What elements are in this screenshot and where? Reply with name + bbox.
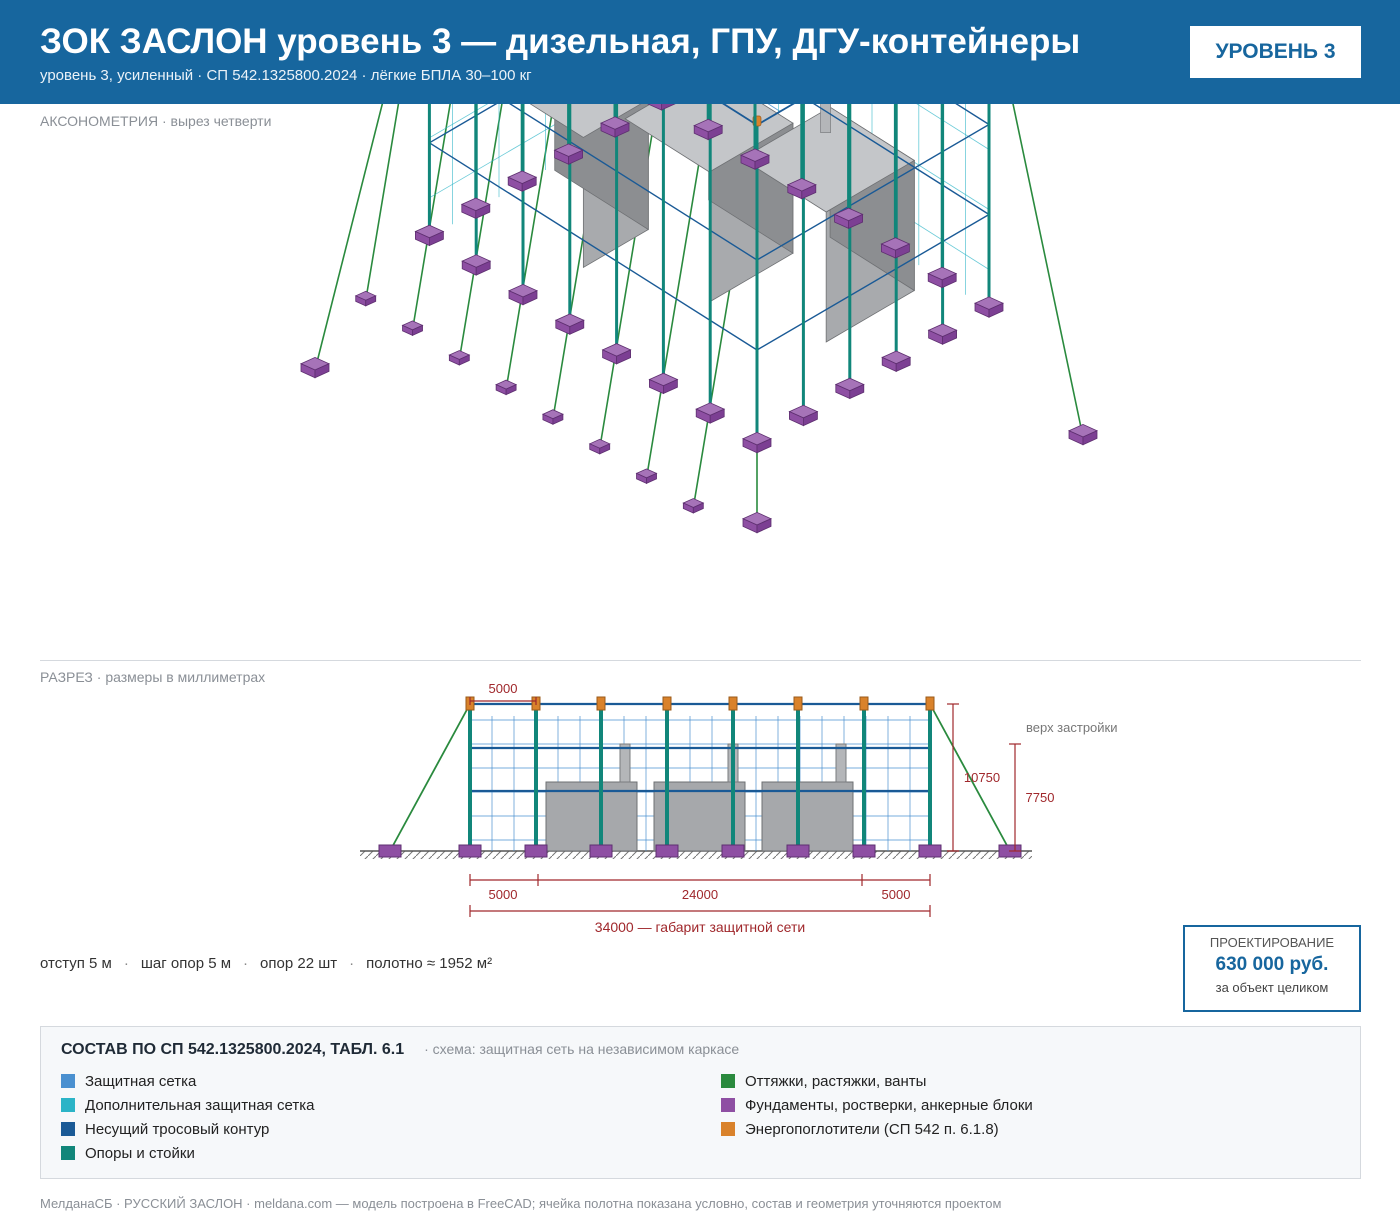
section-foundation (524, 844, 548, 858)
page-subtitle: уровень 3, усиленный · СП 542.1325800.20… (40, 67, 532, 84)
legend-label: Опоры и стойки (85, 1144, 195, 1162)
section-energy-absorber (793, 696, 803, 711)
legend-item-foundations: Фундаменты, ростверки, анкерные блоки (721, 1093, 1033, 1117)
legend-column-right: Оттяжки, растяжки, ванты Фундаменты, рос… (721, 1069, 1033, 1141)
legend-swatch (61, 1098, 75, 1112)
legend-label: Оттяжки, растяжки, ванты (745, 1072, 927, 1090)
legend-scheme: · схема: защитная сеть на независимом ка… (424, 1041, 740, 1057)
dim-total-34000: 34000 — габарит защитной сети (595, 919, 805, 935)
header: ЗОК ЗАСЛОН уровень 3 — дизельная, ГПУ, Д… (0, 0, 1400, 104)
section-drawing (360, 696, 1032, 917)
legend-label: Дополнительная защитная сетка (85, 1096, 315, 1114)
price-box: ПРОЕКТИРОВАНИЕ 630 000 руб. за объект це… (1183, 925, 1361, 1012)
section-container (545, 781, 638, 852)
legend-label: Энергопоглотители (СП 542 п. 6.1.8) (745, 1120, 999, 1138)
stat-separator: · (243, 955, 249, 972)
building-top-label: верх застройки (1026, 720, 1118, 735)
price-value: 630 000 руб. (1215, 954, 1329, 975)
section-foundation (918, 844, 942, 858)
section-foundation (458, 844, 482, 858)
price-note: за объект целиком (1215, 980, 1329, 995)
legend-label: Защитная сетка (85, 1072, 197, 1090)
section-energy-absorber (596, 696, 606, 711)
section-energy-absorber (728, 696, 738, 711)
legend-label: Фундаменты, ростверки, анкерные блоки (745, 1096, 1033, 1114)
price-label: ПРОЕКТИРОВАНИЕ (1209, 935, 1335, 950)
legend-item-guys: Оттяжки, растяжки, ванты (721, 1069, 1033, 1093)
section-foundation (378, 844, 402, 858)
legend-header: СОСТАВ ПО СП 542.1325800.2024, ТАБЛ. 6.1… (61, 1041, 739, 1059)
section-exhaust-stack (835, 743, 847, 783)
section-foundation (786, 844, 810, 858)
legend-column-left: Защитная сетка Дополнительная защитная с… (61, 1069, 314, 1165)
legend-item-net: Защитная сетка (61, 1069, 314, 1093)
section-foundation (655, 844, 679, 858)
legend-title: СОСТАВ ПО СП 542.1325800.2024, ТАБЛ. 6.1 (61, 1041, 405, 1058)
stat-offset: отступ 5 м (40, 955, 112, 972)
stats-line: отступ 5 м · шаг опор 5 м · опор 22 шт · полот… (40, 955, 492, 972)
section-guy-wire (389, 703, 471, 852)
legend-swatch (61, 1074, 75, 1088)
section-container (761, 781, 854, 852)
dim-height-7750: 7750 (1026, 790, 1055, 805)
dim-top-5000: 5000 (489, 681, 518, 696)
cable-contour (756, 104, 795, 126)
section-foundation (589, 844, 613, 858)
foundations-layer (300, 104, 1098, 534)
legend-item-extra-net: Дополнительная защитная сетка (61, 1093, 314, 1117)
stat-supports: опор 22 шт (260, 955, 338, 972)
page-title: ЗОК ЗАСЛОН уровень 3 — дизельная, ГПУ, Д… (40, 22, 1081, 61)
section-energy-absorber (925, 696, 935, 711)
legend-swatch (721, 1122, 735, 1136)
legend-item-absorbers: Энергопоглотители (СП 542 п. 6.1.8) (721, 1117, 1033, 1141)
stat-area: полотно ≈ 1952 м² (366, 955, 493, 972)
roof-net-line (756, 104, 794, 126)
guy-wire (1012, 104, 1084, 438)
section-exhaust-stack (619, 743, 631, 783)
section-view: 5000 10750 7750 верх застройки 5000 2400… (360, 681, 1118, 935)
legend-item-supports: Опоры и стойки (61, 1141, 314, 1165)
guy-wire (458, 104, 503, 360)
legend-swatch (61, 1122, 75, 1136)
dim-left-5000: 5000 (489, 887, 518, 902)
footer: МелданаСБ · РУССКИЙ ЗАСЛОН · meldana.com… (40, 1196, 1002, 1211)
guy-wire (411, 104, 451, 331)
stat-separator: · (123, 955, 129, 972)
stat-separator: · (349, 955, 355, 972)
legend-swatch (721, 1074, 735, 1088)
section-foundation (721, 844, 745, 858)
legend-swatch (61, 1146, 75, 1160)
legend-swatch (721, 1098, 735, 1112)
section-energy-absorber (662, 696, 672, 711)
level-badge: УРОВЕНЬ 3 (1190, 26, 1361, 78)
section-energy-absorber (859, 696, 869, 711)
dim-right-5000: 5000 (882, 887, 911, 902)
stat-pitch: шаг опор 5 м (140, 955, 232, 972)
legend-label: Несущий тросовый контур (85, 1120, 270, 1138)
dim-height-10750: 10750 (964, 770, 1000, 785)
section-foundation (852, 844, 876, 858)
legend-panel: СОСТАВ ПО СП 542.1325800.2024, ТАБЛ. 6.1… (40, 1026, 1361, 1179)
legend-item-cable: Несущий тросовый контур (61, 1117, 314, 1141)
dim-middle-24000: 24000 (682, 887, 718, 902)
axonometric-view (300, 104, 1098, 534)
